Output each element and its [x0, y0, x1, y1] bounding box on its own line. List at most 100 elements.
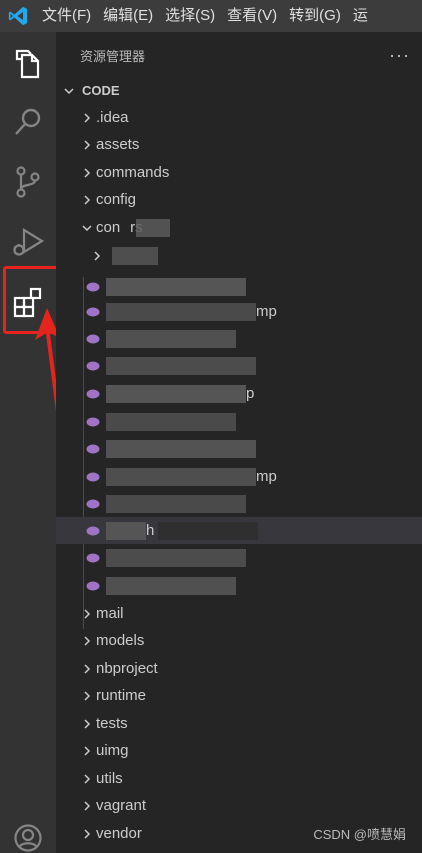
tree-subfolder[interactable]	[56, 242, 422, 269]
tree-root-code[interactable]: CODE	[56, 77, 422, 104]
file-label-partial: mp	[256, 303, 277, 320]
php-file-icon	[86, 526, 100, 535]
chevron-right-icon	[78, 718, 96, 730]
tree-folder[interactable]: vagrant	[56, 792, 422, 819]
tree-file[interactable]: p	[56, 380, 422, 407]
pixelated-region	[106, 548, 246, 567]
tree-folder-expanded[interactable]: con rs	[56, 214, 422, 241]
file-label-partial: h	[146, 522, 155, 539]
chevron-right-icon	[78, 112, 96, 124]
php-file-icon	[86, 499, 100, 508]
pixelated-region	[106, 439, 256, 458]
tree-file[interactable]	[56, 435, 422, 462]
chevron-right-icon	[78, 800, 96, 812]
tree-folder[interactable]: nbproject	[56, 655, 422, 682]
tree-file[interactable]	[56, 408, 422, 435]
vscode-logo-icon[interactable]	[0, 0, 36, 32]
pixelated-region	[106, 329, 236, 348]
chevron-right-icon	[78, 167, 96, 179]
tree-file[interactable]	[56, 325, 422, 352]
php-file-icon	[86, 334, 100, 343]
php-file-icon	[86, 361, 100, 370]
tree-file[interactable]	[56, 490, 422, 517]
pixelated-region	[106, 356, 256, 375]
menu-go[interactable]: 转到(G)	[283, 0, 347, 32]
account-icon[interactable]	[0, 810, 56, 853]
php-file-icon	[86, 307, 100, 316]
tree-folder[interactable]: assets	[56, 131, 422, 158]
pixelated-region	[106, 302, 256, 321]
pixelated-region	[158, 521, 259, 540]
chevron-right-icon	[78, 828, 96, 840]
menu-selection[interactable]: 选择(S)	[159, 0, 221, 32]
run-debug-icon[interactable]	[0, 214, 56, 270]
tree-folder[interactable]: models	[56, 627, 422, 654]
tree-folder[interactable]: commands	[56, 159, 422, 186]
pixelated-region	[106, 521, 146, 540]
folder-label: config	[96, 191, 137, 208]
pixelated-region	[136, 218, 170, 237]
tree-file[interactable]: mp	[56, 463, 422, 490]
folder-label: models	[96, 632, 145, 649]
chevron-down-icon	[78, 222, 96, 234]
pixelated-region	[106, 576, 236, 595]
chevron-right-icon	[78, 194, 96, 206]
folder-label: assets	[96, 136, 140, 153]
file-label-partial: p	[246, 385, 255, 402]
folder-label: uimg	[96, 742, 129, 759]
pixelated-region	[106, 277, 246, 296]
tree-folder[interactable]: .idea	[56, 104, 422, 131]
folder-label: nbproject	[96, 660, 158, 677]
more-actions-button[interactable]: ···	[389, 45, 410, 66]
source-control-icon[interactable]	[0, 154, 56, 210]
sidebar-title: 资源管理器	[80, 48, 146, 64]
tree-folder[interactable]: config	[56, 186, 422, 213]
search-icon[interactable]	[0, 94, 56, 150]
chevron-right-icon	[88, 250, 106, 262]
folder-label: vendor	[96, 825, 142, 842]
php-file-icon	[86, 444, 100, 453]
tree-root-label: CODE	[82, 83, 120, 98]
tree-file[interactable]: mp	[56, 298, 422, 325]
chevron-right-icon	[78, 635, 96, 647]
menu-file[interactable]: 文件(F)	[36, 0, 97, 32]
folder-label: mail	[96, 605, 124, 622]
pixelated-region	[106, 467, 256, 486]
sidebar-header: 资源管理器 ···	[56, 32, 422, 78]
file-label-partial: mp	[256, 468, 277, 485]
chevron-right-icon	[78, 745, 96, 757]
php-file-icon	[86, 472, 100, 481]
pixelated-region	[106, 494, 246, 513]
menu-edit[interactable]: 编辑(E)	[97, 0, 159, 32]
chevron-right-icon	[78, 139, 96, 151]
tree-file[interactable]	[56, 273, 422, 300]
chevron-right-icon	[78, 608, 96, 620]
tree-file[interactable]	[56, 572, 422, 599]
explorer-icon[interactable]	[0, 36, 56, 92]
folder-label: commands	[96, 164, 170, 181]
menu-view[interactable]: 查看(V)	[221, 0, 283, 32]
folder-label: tests	[96, 715, 128, 732]
folder-label: vagrant	[96, 797, 147, 814]
chevron-right-icon	[78, 773, 96, 785]
watermark: CSDN @喷慧娟	[313, 827, 406, 842]
folder-label: .idea	[96, 109, 129, 126]
php-file-icon	[86, 417, 100, 426]
chevron-right-icon	[78, 663, 96, 675]
tree-folder[interactable]: runtime	[56, 682, 422, 709]
menu-bar: 文件(F) 编辑(E) 选择(S) 查看(V) 转到(G) 运	[0, 0, 422, 32]
php-file-icon	[86, 282, 100, 291]
tree-folder[interactable]: uimg	[56, 737, 422, 764]
tree-file[interactable]	[56, 544, 422, 571]
tree-folder[interactable]: mail	[56, 600, 422, 627]
folder-label: utils	[96, 770, 123, 787]
chevron-right-icon	[78, 690, 96, 702]
menu-run[interactable]: 运	[347, 0, 374, 32]
tree-folder[interactable]: tests	[56, 710, 422, 737]
chevron-down-icon	[60, 85, 78, 97]
tree-file[interactable]	[56, 352, 422, 379]
tree-folder[interactable]: utils	[56, 765, 422, 792]
php-file-icon	[86, 553, 100, 562]
tree-file-selected[interactable]: h	[56, 517, 422, 544]
pixelated-region	[106, 412, 236, 431]
